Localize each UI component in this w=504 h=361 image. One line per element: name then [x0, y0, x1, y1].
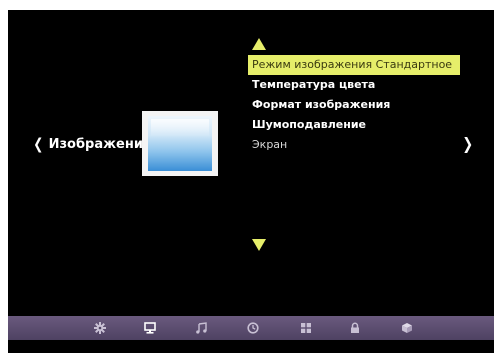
- tv-screen: ❮ Изображение Режим изображения Стандарт…: [8, 10, 494, 353]
- category-label: Изображение: [48, 136, 152, 152]
- tv-bezel: ❮ Изображение Режим изображения Стандарт…: [0, 0, 504, 361]
- menu-item-picture-mode[interactable]: Режим изображения Стандартное: [248, 55, 460, 75]
- picture-category-thumbnail: [142, 111, 218, 176]
- sound-note-icon[interactable]: [193, 320, 209, 336]
- picture-settings-menu: Режим изображения Стандартное Температур…: [248, 55, 460, 155]
- chevron-right-icon[interactable]: ❯: [462, 134, 473, 153]
- menu-item-color-temperature[interactable]: Температура цвета: [248, 75, 460, 95]
- scroll-down-arrow-icon[interactable]: [252, 239, 266, 251]
- time-clock-icon[interactable]: [245, 320, 261, 336]
- box-icon[interactable]: [399, 320, 415, 336]
- category-icon-bar: [8, 316, 494, 340]
- menu-item-screen[interactable]: Экран: [248, 135, 460, 155]
- channels-grid-icon[interactable]: [298, 320, 314, 336]
- picture-monitor-icon[interactable]: [142, 320, 158, 336]
- lock-icon[interactable]: [347, 320, 363, 336]
- picture-thumbnail-image: [148, 116, 212, 171]
- scroll-up-arrow-icon[interactable]: [252, 38, 266, 50]
- chevron-left-icon[interactable]: ❮: [33, 135, 43, 153]
- category-previous[interactable]: ❮ Изображение: [32, 135, 152, 153]
- settings-gear-icon[interactable]: [92, 320, 108, 336]
- menu-item-picture-format[interactable]: Формат изображения: [248, 95, 460, 115]
- menu-item-noise-reduction[interactable]: Шумоподавление: [248, 115, 460, 135]
